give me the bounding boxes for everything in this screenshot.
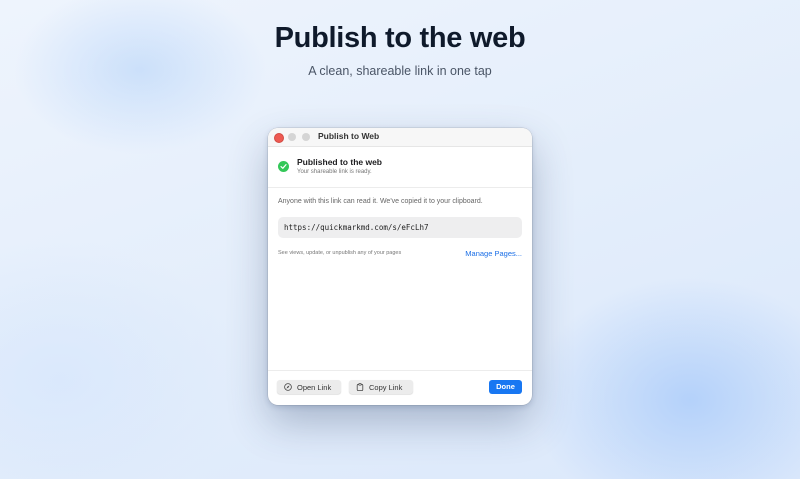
open-link-label: Open Link [297,383,332,392]
window-title: Publish to Web [318,131,380,141]
done-button[interactable]: Done [489,380,522,394]
compass-icon [284,383,292,391]
open-link-button[interactable]: Open Link [277,380,341,394]
manage-pages-link[interactable]: Manage Pages... [465,249,522,258]
status-title: Published to the web [297,157,383,167]
check-circle-icon [278,161,289,172]
publish-window: Publish to Web Published to the web Your… [268,128,532,405]
window-titlebar[interactable]: Publish to Web [268,128,532,147]
info-text: Anyone with this link can read it. We've… [278,198,483,205]
status-subtitle: Your shareable link is ready. [297,169,372,175]
maximize-window-button[interactable] [302,133,310,141]
hero-title: Publish to the web [274,22,526,54]
clipboard-icon [356,383,364,391]
hint-text: See views, update, or unpublish any of y… [278,250,402,256]
close-window-button[interactable] [274,133,284,143]
link-url[interactable]: https://quickmarkmd.com/s/eFcLh7 [284,223,429,232]
hero-subtitle: A clean, shareable link in one tap [308,64,492,78]
status-banner: Published to the web Your shareable link… [268,147,532,188]
window-footer: Open Link Copy Link Done [268,370,532,405]
link-field[interactable]: https://quickmarkmd.com/s/eFcLh7 [278,217,522,238]
copy-link-button[interactable]: Copy Link [349,380,413,394]
minimize-window-button[interactable] [288,133,296,141]
copy-link-label: Copy Link [369,383,403,392]
